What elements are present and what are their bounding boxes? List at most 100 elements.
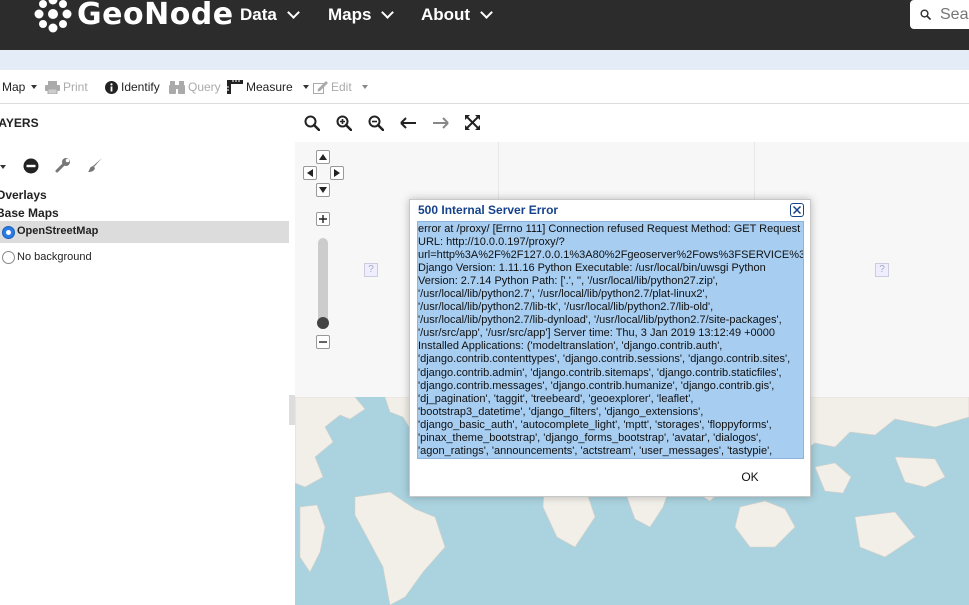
pan-left-button[interactable] <box>303 166 317 180</box>
remove-layer-icon[interactable] <box>23 158 39 174</box>
radio-unselected-icon[interactable] <box>2 251 15 264</box>
ruler-icon <box>227 80 243 94</box>
zoom-extent-icon[interactable] <box>465 115 480 130</box>
error-dialog: 500 Internal Server Error error at /prox… <box>409 199 811 497</box>
info-icon <box>105 80 118 94</box>
ok-button[interactable]: OK <box>730 470 770 484</box>
logo-text: GeoNode <box>77 0 234 32</box>
overlays-label[interactable]: Overlays <box>0 188 47 202</box>
pan-right-button[interactable] <box>330 166 344 180</box>
nav-about-menu[interactable]: About <box>421 5 493 25</box>
arrow-up-icon <box>319 154 327 160</box>
printer-icon <box>45 80 60 94</box>
error-line: 'django.contrib.messages', 'django.contr… <box>418 379 775 392</box>
base-maps-label[interactable]: Base Maps <box>0 206 59 220</box>
edit-icon <box>313 80 328 94</box>
error-line: url=http%3A%2F%2F127.0.0.1%3A80%2Fgeoser… <box>418 249 804 262</box>
binoculars-icon <box>169 80 185 94</box>
layer-option-label: OpenStreetMap <box>17 225 99 237</box>
zoom-box-icon[interactable] <box>304 115 320 131</box>
search-input[interactable] <box>940 5 969 24</box>
zoom-in-button[interactable] <box>316 212 330 226</box>
nav-maps-menu[interactable]: Maps <box>328 5 395 25</box>
error-line: error at /proxy/ [Errno 111] Connection … <box>418 223 801 235</box>
print-label: Print <box>63 80 88 94</box>
error-line: 'django.contrib.admin', 'django.contrib.… <box>418 366 782 379</box>
chevron-down-icon <box>381 6 395 19</box>
zoom-slider-handle[interactable] <box>317 317 329 329</box>
missing-tile-icon: ? <box>875 263 889 277</box>
pan-down-button[interactable] <box>316 183 330 197</box>
plus-icon <box>319 215 327 223</box>
top-navbar: GeoNode Data Maps About <box>0 0 969 50</box>
nav-maps-label: Maps <box>328 5 372 24</box>
wrench-icon[interactable] <box>55 157 71 173</box>
identify-label: Identify <box>121 80 160 94</box>
zoom-out-icon[interactable] <box>368 115 384 131</box>
layer-option-openstreetmap[interactable]: OpenStreetMap <box>0 221 289 243</box>
arrow-left-icon[interactable] <box>400 116 417 130</box>
error-line: '/usr/local/lib/python2.7/lib-dynload', … <box>418 314 782 327</box>
arrow-right-icon[interactable] <box>432 116 449 130</box>
search-icon[interactable] <box>920 6 931 23</box>
nav-data-menu[interactable]: Data <box>240 5 300 25</box>
search-box <box>910 0 969 29</box>
chevron-down-icon <box>286 6 300 19</box>
query-label: Query <box>188 80 221 94</box>
error-line: '/usr/src/app', '/usr/src/app'] Server t… <box>418 327 776 340</box>
error-line: 'dj_pagination', 'taggit', 'treebeard', … <box>418 392 694 405</box>
geonode-logo[interactable]: GeoNode <box>33 0 234 34</box>
identify-button[interactable]: Identify <box>105 80 160 94</box>
query-button[interactable]: Query <box>169 80 221 94</box>
arrow-left-icon <box>307 169 313 177</box>
layer-tools <box>0 156 120 178</box>
zoom-in-icon[interactable] <box>336 115 352 131</box>
error-line: Version: 2.7.14 Python Path: ['.', '', '… <box>418 275 718 288</box>
paintbrush-icon[interactable] <box>87 157 103 173</box>
arrow-right-icon <box>334 169 340 177</box>
error-message-body: error at /proxy/ [Errno 111] Connection … <box>417 221 804 459</box>
error-line: 'agon_ratings', 'announcements', 'actstr… <box>418 444 773 457</box>
radio-selected-icon[interactable] <box>2 226 15 239</box>
pan-up-button[interactable] <box>316 150 330 164</box>
error-line: 'django_basic_auth', 'autocomplete_light… <box>418 418 772 431</box>
error-line: 'bootstrap3_datetime', 'django_filters',… <box>418 405 704 418</box>
error-line: 'django.contrib.contenttypes', 'django.c… <box>418 353 791 366</box>
error-line: Installed Applications: ('modeltranslati… <box>418 340 723 353</box>
layers-panel: LAYERS Overlays Base Maps OpenStreetMap <box>0 104 289 605</box>
arrow-down-icon <box>319 187 327 193</box>
print-button[interactable]: Print <box>45 80 88 94</box>
map-menu-label: Map <box>2 80 26 94</box>
map-toolbar: Map Print Identify Query Measure Edit <box>0 70 969 104</box>
caret-down-icon <box>361 85 368 89</box>
error-line: Django Version: 1.11.16 Python Executabl… <box>418 262 766 275</box>
geonode-logo-icon <box>34 0 72 33</box>
zoom-out-button[interactable] <box>316 335 330 349</box>
layer-option-no-background[interactable]: No background <box>0 250 200 268</box>
zoom-slider[interactable] <box>318 238 328 326</box>
subheader-band <box>0 50 969 70</box>
dialog-close-button[interactable] <box>790 203 804 217</box>
caret-down-icon <box>31 85 38 89</box>
error-line: 'pinax_theme_bootstrap', 'django_forms_b… <box>418 431 762 444</box>
chevron-down-icon <box>480 6 493 19</box>
missing-tile-icon: ? <box>364 263 378 277</box>
minus-icon <box>319 341 327 343</box>
layers-title: LAYERS <box>0 116 39 130</box>
nav-data-label: Data <box>240 5 277 24</box>
map-nav-tools <box>295 104 969 142</box>
caret-down-icon[interactable] <box>0 165 6 169</box>
edit-menu-button[interactable]: Edit <box>313 80 368 94</box>
measure-menu-button[interactable]: Measure <box>227 80 309 94</box>
close-icon <box>793 206 801 214</box>
map-menu-button[interactable]: Map <box>2 80 38 94</box>
error-line: '/usr/local/lib/python2.7/lib-tk', '/usr… <box>418 301 714 314</box>
edit-label: Edit <box>331 80 352 94</box>
measure-label: Measure <box>246 80 293 94</box>
dialog-title: 500 Internal Server Error <box>418 203 559 217</box>
nav-about-label: About <box>421 5 471 24</box>
layer-option-label: No background <box>17 251 92 263</box>
caret-down-icon <box>302 85 309 89</box>
error-line: '/usr/local/lib/python2.7', '/usr/local/… <box>418 288 708 301</box>
error-line: URL: http://10.0.0.197/proxy/? <box>418 236 565 249</box>
